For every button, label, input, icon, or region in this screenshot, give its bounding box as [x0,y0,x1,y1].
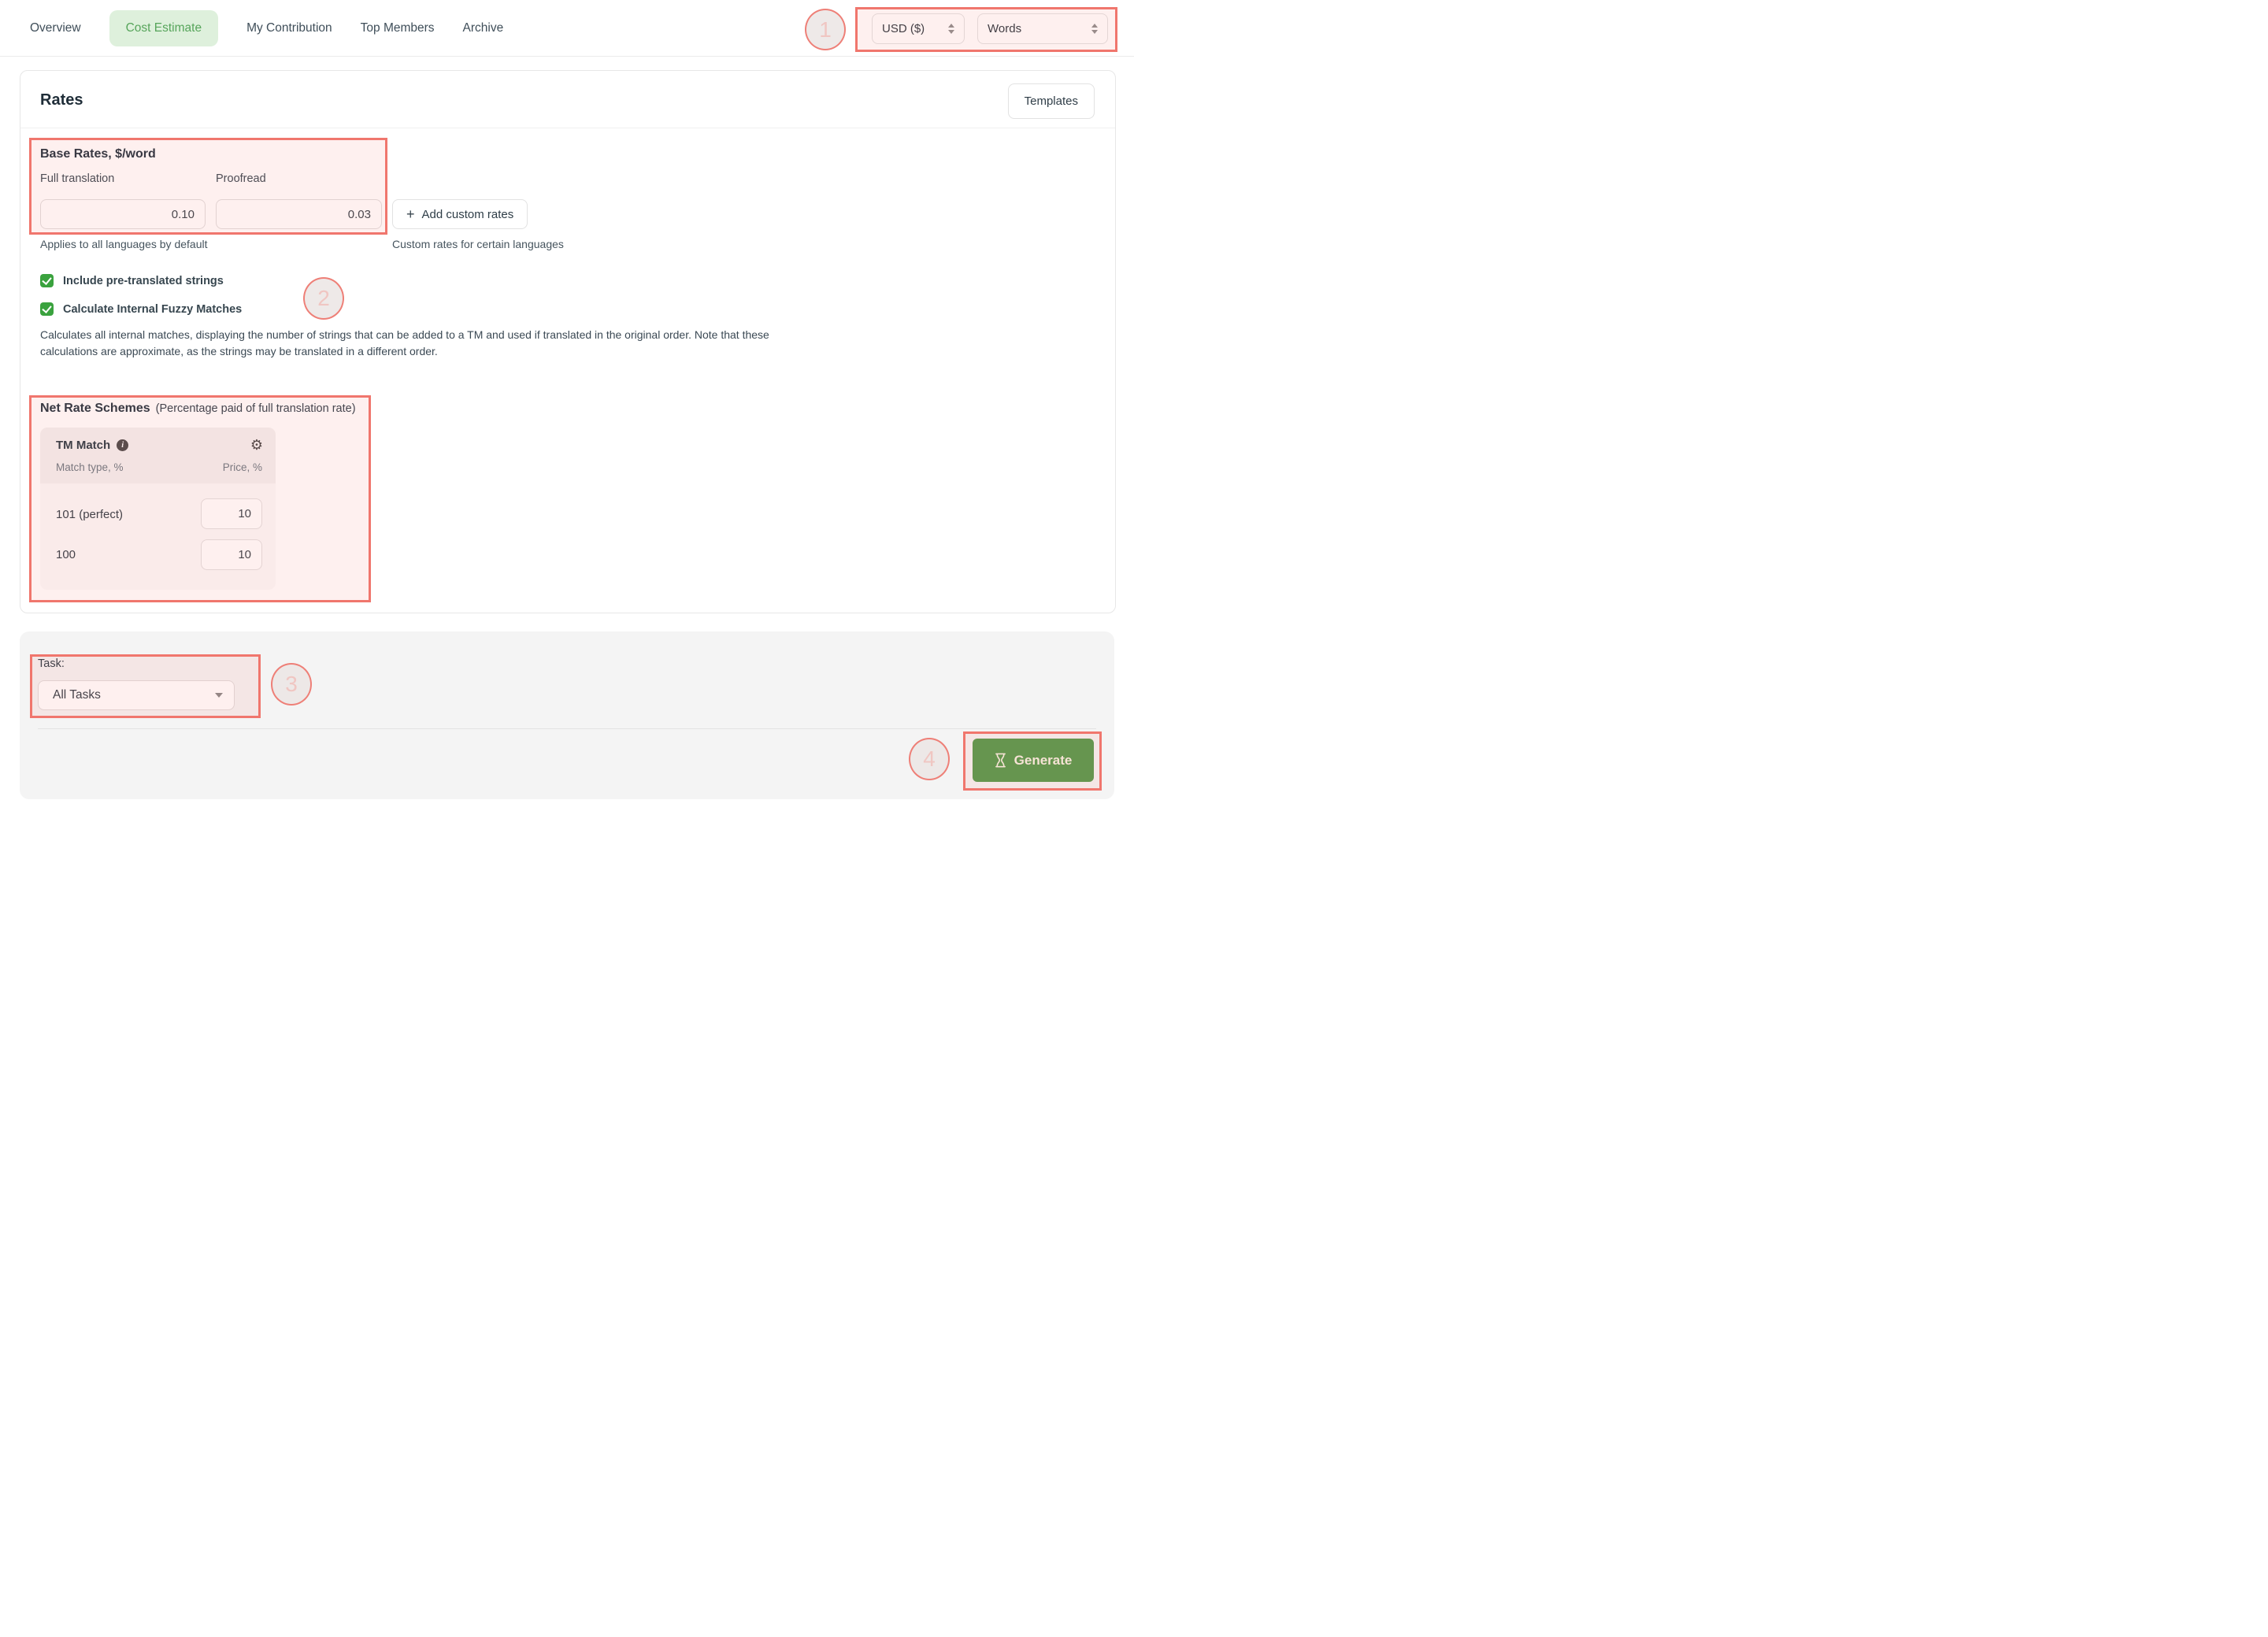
proofread-input[interactable] [216,199,382,229]
tm-match-title: TM Match [56,439,110,452]
base-rates-caption: Applies to all languages by default [40,238,207,250]
task-select-value: All Tasks [53,688,101,702]
fuzzy-matches-description: Calculates all internal matches, display… [40,327,808,360]
cost-estimate-page: Overview Cost Estimate My Contribution T… [0,0,1134,819]
currency-select-value: USD ($) [882,22,925,35]
pretranslated-row: Include pre-translated strings [40,274,224,287]
rates-title: Rates [40,91,83,109]
price-column-label: Price, % [223,461,262,473]
top-nav: Overview Cost Estimate My Contribution T… [30,0,503,57]
tab-overview[interactable]: Overview [30,21,81,35]
full-translation-label: Full translation [40,172,114,185]
nav-divider [0,56,1134,57]
net-rate-schemes-title: Net Rate Schemes [40,402,150,416]
caret-down-icon [215,693,223,698]
annotation-circle-1: 1 [805,9,846,50]
unit-select[interactable]: Words [977,13,1108,44]
templates-button[interactable]: Templates [1008,83,1095,119]
fuzzy-matches-row: Calculate Internal Fuzzy Matches [40,302,242,316]
tm-row-price-input[interactable] [201,539,262,570]
tm-match-header: TM Match i ⚙ Match type, % Price, % [40,428,276,483]
generate-button[interactable]: Generate [973,739,1094,782]
footer-divider [38,728,1096,729]
sorter-icon [1091,24,1098,34]
add-custom-rates-label: Add custom rates [422,208,514,221]
unit-select-value: Words [988,22,1021,35]
info-icon[interactable]: i [117,439,128,451]
tab-top-members[interactable]: Top Members [361,21,435,35]
full-translation-input[interactable] [40,199,206,229]
hourglass-icon [995,753,1006,768]
pretranslated-label: Include pre-translated strings [63,275,224,287]
tm-row-label: 100 [56,548,76,561]
tab-cost-estimate[interactable]: Cost Estimate [109,10,218,46]
tm-row-label: 101 (perfect) [56,508,123,521]
tm-match-card: TM Match i ⚙ Match type, % Price, % 101 … [40,428,276,590]
net-rate-schemes-subtitle: (Percentage paid of full translation rat… [156,402,356,415]
base-rates-title: Base Rates, $/word [40,147,156,161]
generate-button-label: Generate [1014,753,1073,769]
fuzzy-matches-label: Calculate Internal Fuzzy Matches [63,303,242,316]
plus-icon: + [406,207,415,221]
sorter-icon [948,24,954,34]
tm-row-price-input[interactable] [201,498,262,529]
proofread-label: Proofread [216,172,266,185]
pretranslated-checkbox[interactable] [40,274,54,287]
gear-icon[interactable]: ⚙ [250,438,263,452]
custom-rates-caption: Custom rates for certain languages [392,238,564,250]
net-rate-schemes-header: Net Rate Schemes (Percentage paid of ful… [40,402,356,416]
tab-my-contribution[interactable]: My Contribution [246,21,332,35]
task-label: Task: [38,657,65,670]
add-custom-rates-button[interactable]: + Add custom rates [392,199,528,229]
match-type-column-label: Match type, % [56,461,124,473]
rates-card: Rates Templates Base Rates, $/word Full … [20,70,1116,613]
generate-section: Task: All Tasks Generate [20,631,1114,799]
tab-archive[interactable]: Archive [463,21,504,35]
currency-select[interactable]: USD ($) [872,13,965,44]
fuzzy-matches-checkbox[interactable] [40,302,54,316]
task-select[interactable]: All Tasks [38,680,235,710]
